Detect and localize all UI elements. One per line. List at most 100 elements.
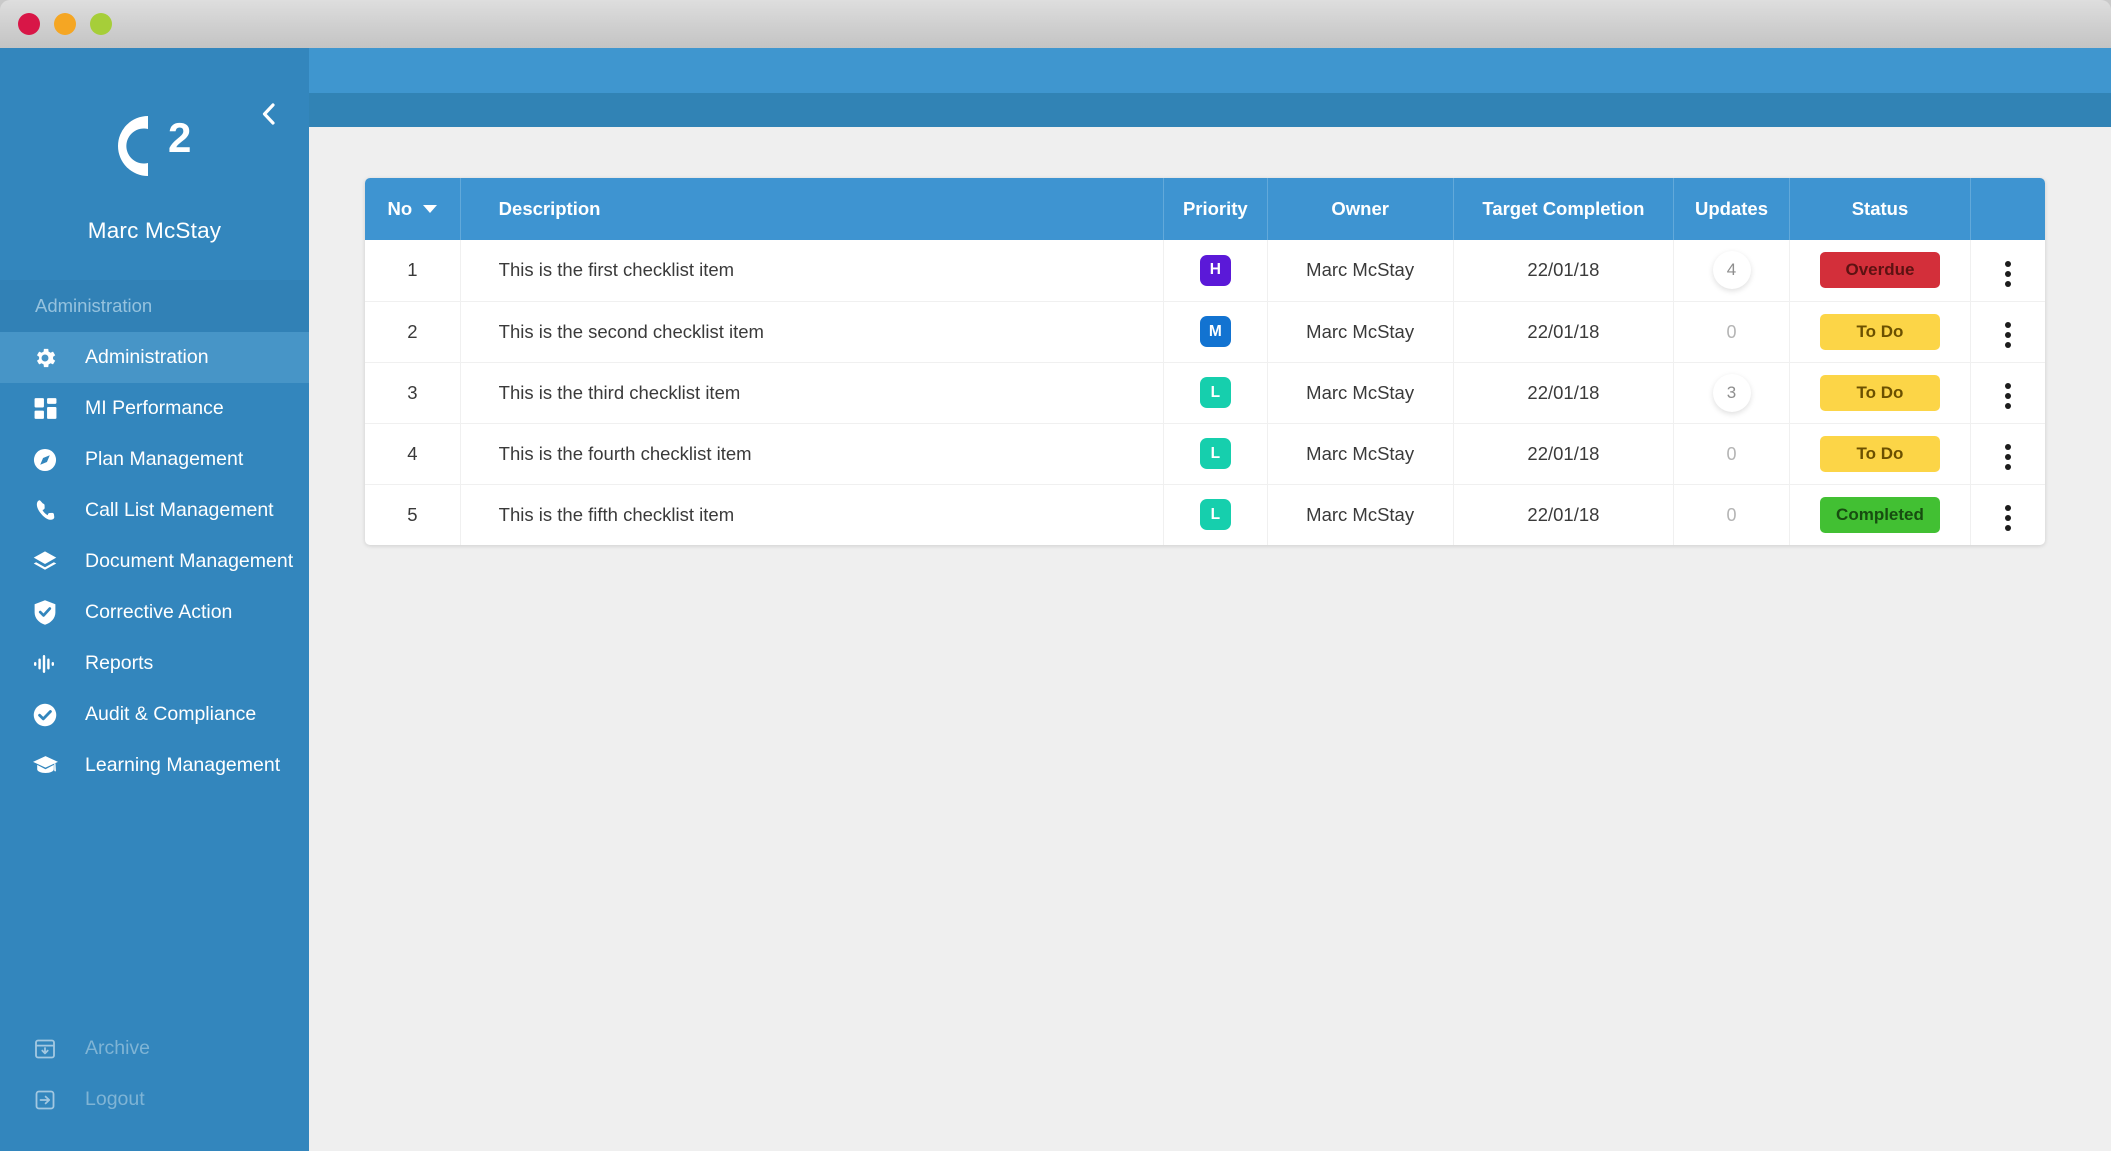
sidebar-item-mi-performance[interactable]: MI Performance: [0, 383, 309, 434]
table-header-row: No Description Priority Owner Target Com…: [365, 178, 2045, 240]
chevron-left-icon: [259, 101, 279, 127]
maximize-button[interactable]: [90, 13, 112, 35]
updates-count: 0: [1726, 504, 1737, 525]
table-row[interactable]: 2 This is the second checklist item M Marc …: [365, 301, 2045, 363]
kebab-menu-icon[interactable]: [2001, 318, 2015, 352]
sidebar-nav: Administration MI Performance Plan Manag…: [0, 332, 309, 791]
sidebar-item-call-list-management[interactable]: Call List Management: [0, 485, 309, 536]
compass-icon: [22, 447, 68, 473]
sidebar-item-label: Reports: [85, 652, 154, 674]
check-circle-icon: [22, 702, 68, 728]
sidebar-item-label: MI Performance: [85, 397, 224, 419]
cell-priority: L: [1163, 362, 1268, 424]
sidebar-item-audit-compliance[interactable]: Audit & Compliance: [0, 689, 309, 740]
column-header-status[interactable]: Status: [1789, 178, 1971, 240]
waveform-icon: [22, 651, 68, 677]
sidebar-item-label: Plan Management: [85, 448, 244, 470]
column-header-updates[interactable]: Updates: [1673, 178, 1790, 240]
cell-description: This is the second checklist item: [460, 301, 1165, 363]
cell-owner: Marc McStay: [1267, 423, 1454, 485]
cell-target-completion: 22/01/18: [1453, 423, 1675, 485]
minimize-button[interactable]: [54, 13, 76, 35]
logo-c2: 2: [80, 100, 230, 192]
column-header-no[interactable]: No: [365, 178, 461, 240]
caret-down-icon: [423, 205, 438, 213]
status-badge[interactable]: Overdue: [1819, 252, 1940, 289]
table-row[interactable]: 3 This is the third checklist item L Marc M…: [365, 362, 2045, 424]
table-row[interactable]: 1 This is the first checklist item H Marc M…: [365, 240, 2045, 302]
logout-icon: [22, 1088, 68, 1112]
checklist-table-card: No Description Priority Owner Target Com…: [365, 178, 2045, 545]
column-header-actions: [1970, 178, 2045, 240]
sidebar-item-label: Learning Management: [85, 754, 281, 776]
cell-actions: [1970, 362, 2045, 424]
sidebar-item-reports[interactable]: Reports: [0, 638, 309, 689]
cell-description: This is the fourth checklist item: [460, 423, 1165, 485]
kebab-menu-icon[interactable]: [2001, 501, 2015, 535]
cell-no: 3: [365, 362, 461, 424]
dashboard-icon: [22, 396, 68, 421]
kebab-menu-icon[interactable]: [2001, 440, 2015, 474]
sidebar-item-plan-management[interactable]: Plan Management: [0, 434, 309, 485]
sidebar-item-learning-management[interactable]: Learning Management: [0, 740, 309, 791]
main-content: No Description Priority Owner Target Com…: [309, 127, 2111, 1151]
status-badge[interactable]: To Do: [1819, 435, 1940, 472]
cell-updates: 0: [1673, 484, 1790, 545]
kebab-menu-icon[interactable]: [2001, 379, 2015, 413]
table-header: No Description Priority Owner Target Com…: [365, 178, 2045, 240]
cell-actions: [1970, 484, 2045, 545]
window-controls: [18, 13, 112, 35]
column-header-no-label: No: [387, 198, 413, 219]
cell-target-completion: 22/01/18: [1453, 362, 1675, 424]
sidebar-item-label: Archive: [85, 1037, 151, 1059]
table-row[interactable]: 5 This is the fifth checklist item L Marc M…: [365, 484, 2045, 545]
updates-badge: 4: [1712, 251, 1751, 290]
updates-badge: 3: [1712, 373, 1751, 412]
kebab-menu-icon[interactable]: [2001, 257, 2015, 291]
checklist-table: No Description Priority Owner Target Com…: [365, 178, 2045, 545]
cell-updates: 4: [1673, 240, 1790, 302]
column-header-owner[interactable]: Owner: [1267, 178, 1454, 240]
svg-text:2: 2: [168, 114, 191, 161]
cell-priority: H: [1163, 240, 1268, 302]
user-name: Marc McStay: [87, 218, 222, 243]
sidebar-item-corrective-action[interactable]: Corrective Action: [0, 587, 309, 638]
status-badge[interactable]: Completed: [1819, 496, 1940, 533]
cell-no: 5: [365, 484, 461, 545]
cell-target-completion: 22/01/18: [1453, 301, 1675, 363]
sidebar-section-label: Administration: [0, 280, 309, 332]
sidebar-item-logout[interactable]: Logout: [0, 1074, 309, 1125]
graduation-cap-icon: [22, 753, 68, 778]
cell-no: 1: [365, 240, 461, 302]
sidebar-item-document-management[interactable]: Document Management: [0, 536, 309, 587]
priority-badge: L: [1199, 438, 1231, 469]
sidebar-item-label: Document Management: [85, 550, 294, 572]
cell-no: 2: [365, 301, 461, 363]
sidebar-item-administration[interactable]: Administration: [0, 332, 309, 383]
column-header-priority[interactable]: Priority: [1163, 178, 1268, 240]
cell-status: To Do: [1789, 423, 1971, 485]
cell-status: Completed: [1789, 484, 1971, 545]
cell-status: Overdue: [1789, 240, 1971, 302]
app-window: 2 Marc McStay Administration Administrat…: [0, 0, 2111, 1151]
sidebar-collapse-button[interactable]: [255, 100, 283, 128]
cell-target-completion: 22/01/18: [1453, 240, 1675, 302]
gear-icon: [22, 345, 68, 371]
status-badge[interactable]: To Do: [1819, 313, 1940, 350]
column-header-description[interactable]: Description: [460, 178, 1165, 240]
sidebar-item-label: Logout: [85, 1088, 145, 1110]
window-titlebar: [0, 0, 2111, 48]
cell-description: This is the third checklist item: [460, 362, 1165, 424]
status-badge[interactable]: To Do: [1819, 374, 1940, 411]
table-row[interactable]: 4 This is the fourth checklist item L Marc …: [365, 423, 2045, 485]
sidebar-item-archive[interactable]: Archive: [0, 1023, 309, 1074]
cell-actions: [1970, 240, 2045, 302]
cell-owner: Marc McStay: [1267, 362, 1454, 424]
priority-badge: L: [1199, 499, 1231, 531]
sidebar: 2 Marc McStay Administration Administrat…: [0, 48, 309, 1151]
sidebar-item-label: Administration: [85, 346, 209, 368]
column-header-target-completion[interactable]: Target Completion: [1453, 178, 1675, 240]
close-button[interactable]: [18, 13, 40, 35]
archive-icon: [22, 1037, 68, 1061]
cell-owner: Marc McStay: [1267, 301, 1454, 363]
